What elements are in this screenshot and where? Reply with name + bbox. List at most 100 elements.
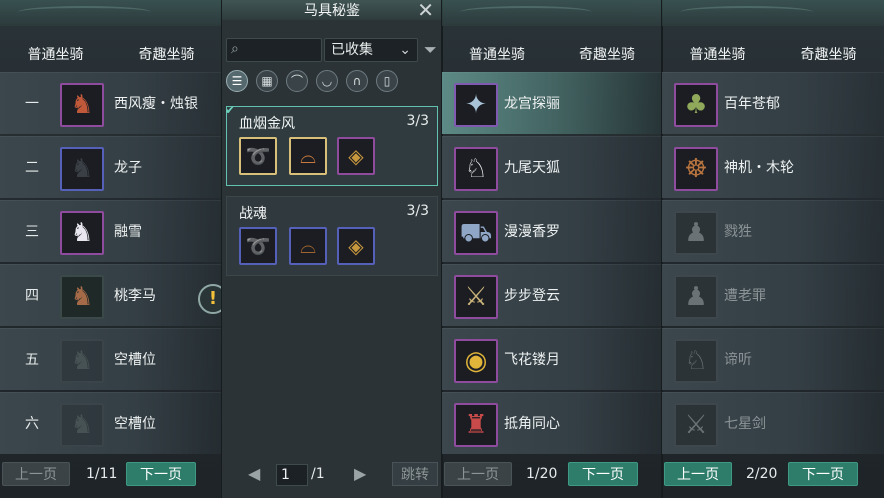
saddle-piece-icon[interactable]: ⌓	[289, 227, 327, 265]
chevron-down-icon: ⌄	[399, 42, 411, 58]
header-decoration	[442, 0, 662, 26]
right2-tabs: 普通坐骑 奇趣坐骑	[662, 44, 884, 66]
next-arrow-icon[interactable]: ▶	[354, 464, 366, 483]
prev-page-button[interactable]: 上一页	[664, 462, 732, 486]
mount-name: 抵角同心	[504, 416, 560, 432]
left-mount-panel: 普通坐骑 奇趣坐骑 ♞ 一 ♞ 西风瘦・烛银 二 ♞ 龙子 三 ♞ 融雪 四 ♞	[0, 0, 222, 498]
horse-portrait-icon: ♞	[60, 211, 104, 255]
tab-fun-mounts[interactable]: 奇趣坐骑	[111, 44, 222, 66]
horse-portrait-icon: ♞	[60, 83, 104, 127]
bridle-piece-icon[interactable]: ➰	[239, 227, 277, 265]
set-name: 血烟金风	[239, 116, 295, 132]
grid-view-icon[interactable]: ▦	[256, 70, 278, 92]
mount-name: 遭老罪	[724, 288, 766, 304]
list-item[interactable]: 三 ♞ 融雪	[0, 200, 222, 262]
funnel-icon[interactable]: ⏷	[424, 40, 437, 60]
equipment-set-card[interactable]: 战魂 3/3 ➰ ⌓ ◈	[226, 196, 438, 276]
horseshoe-category-icon[interactable]: ∩	[346, 70, 368, 92]
left-pager: 上一页 1/11 下一页	[0, 462, 222, 488]
slot-number: 四	[25, 288, 39, 304]
list-view-icon[interactable]: ☰	[226, 70, 248, 92]
horse-portrait-icon: ♞	[60, 275, 104, 319]
barding-piece-icon[interactable]: ◈	[337, 227, 375, 265]
prev-page-button[interactable]: 上一页	[444, 462, 512, 486]
close-icon[interactable]: ✕	[417, 0, 434, 22]
wooden-wheel-icon: ☸	[674, 147, 718, 191]
page-indicator: 1/20	[526, 466, 558, 482]
jump-button[interactable]: 跳转	[392, 462, 438, 486]
left-tabs: 普通坐骑 奇趣坐骑	[0, 44, 222, 66]
filter-selected-value: 已收集	[331, 42, 373, 58]
mount-name: 融雪	[114, 224, 142, 240]
mount-name: 漫漫香罗	[504, 224, 560, 240]
list-item[interactable]: ✦ 龙宫探骊	[442, 72, 662, 134]
collection-filter-select[interactable]: 已收集 ⌄	[324, 38, 418, 62]
mount-name: 飞花镂月	[504, 352, 560, 368]
dog-silhouette-icon: ♘	[674, 339, 718, 383]
next-page-button[interactable]: 下一页	[788, 462, 858, 486]
mount-name: 龙宫探骊	[504, 96, 560, 112]
tab-normal-mounts[interactable]: 普通坐骑	[662, 44, 773, 66]
list-item[interactable]: 四 ♞ 桃李马	[0, 264, 222, 326]
list-item[interactable]: ♟ 遭老罪	[662, 264, 884, 326]
list-item[interactable]: 二 ♞ 龙子	[0, 136, 222, 198]
next-page-button[interactable]: 下一页	[568, 462, 638, 486]
list-item[interactable]: ♟ 戮狌	[662, 200, 884, 262]
slot-number: 一	[25, 96, 39, 112]
middle-pager: ◀ 1 /1 ▶ 跳转	[222, 462, 442, 488]
list-item[interactable]: ⛟ 漫漫香罗	[442, 200, 662, 262]
equipment-set-card[interactable]: ✔ 血烟金风 3/3 ➰ ⌓ ◈	[225, 103, 438, 186]
list-item[interactable]: 六 ♞ 空槽位	[0, 392, 222, 454]
prev-arrow-icon[interactable]: ◀	[248, 464, 260, 483]
tag-category-icon[interactable]: ▯	[376, 70, 398, 92]
next-page-button[interactable]: 下一页	[126, 462, 196, 486]
list-item[interactable]: 一 ♞ 西风瘦・烛银	[0, 72, 222, 134]
sword-icon: ⚔	[454, 275, 498, 319]
tab-normal-mounts[interactable]: 普通坐骑	[442, 44, 552, 66]
prev-page-button[interactable]: 上一页	[2, 462, 70, 486]
fun-mount-panel-2: 普通坐骑 奇趣坐骑 ♣ 百年苍郁 ☸ 神机・木轮 ♟ 戮狌 ♟ 遭老罪 ♘ 谛听	[662, 0, 884, 498]
list-item[interactable]: ◉ 飞花镂月	[442, 328, 662, 390]
right1-mount-list: ✦ 龙宫探骊 ♘ 九尾天狐 ⛟ 漫漫香罗 ⚔ 步步登云 ◉ 飞花镂月 ♜ 抵角同…	[442, 72, 662, 456]
saddle-codex-panel: 马具秘鉴 ✕ ⌕ 已收集 ⌄ ⏷ ☰ ▦ ⌒ ◡ ∩ ▯ ✔ 血烟金风 3/3 …	[222, 0, 442, 498]
fox-icon: ♘	[454, 147, 498, 191]
list-item[interactable]: 五 ♞ 空槽位	[0, 328, 222, 390]
barding-piece-icon[interactable]: ◈	[337, 137, 375, 175]
list-item[interactable]: ☸ 神机・木轮	[662, 136, 884, 198]
list-item[interactable]: ♣ 百年苍郁	[662, 72, 884, 134]
right1-tabs: 普通坐骑 奇趣坐骑	[442, 44, 662, 66]
list-item[interactable]: ⚔ 步步登云	[442, 264, 662, 326]
mount-name: 神机・木轮	[724, 160, 794, 176]
bridle-piece-icon[interactable]: ➰	[239, 137, 277, 175]
figure-silhouette-icon: ♟	[674, 275, 718, 319]
slot-number: 三	[25, 224, 39, 240]
armor-category-icon[interactable]: ◡	[316, 70, 338, 92]
mount-name: 空槽位	[114, 352, 156, 368]
search-input[interactable]: ⌕	[226, 38, 322, 62]
list-item[interactable]: ♘ 谛听	[662, 328, 884, 390]
red-cart-icon: ♜	[454, 403, 498, 447]
tab-normal-mounts[interactable]: 普通坐骑	[0, 44, 111, 66]
right2-pager: 上一页 2/20 下一页	[662, 462, 884, 488]
set-count: 3/3	[406, 203, 429, 219]
mount-name: 七星剑	[724, 416, 766, 432]
header-decoration	[0, 0, 222, 26]
sword-silhouette-icon: ⚔	[674, 403, 718, 447]
slot-number: 六	[25, 416, 39, 432]
right1-pager: 上一页 1/20 下一页	[442, 462, 662, 488]
saddle-category-icon[interactable]: ⌒	[286, 70, 308, 92]
saddle-piece-icon[interactable]: ⌓	[289, 137, 327, 175]
list-item[interactable]: ♜ 抵角同心	[442, 392, 662, 454]
mount-name: 西风瘦・烛银	[114, 96, 198, 112]
mount-name: 九尾天狐	[504, 160, 560, 176]
empty-slot-icon: ♞	[60, 403, 104, 447]
page-indicator: 2/20	[746, 466, 778, 482]
set-name: 战魂	[239, 206, 267, 222]
list-item[interactable]: ♘ 九尾天狐	[442, 136, 662, 198]
tab-fun-mounts[interactable]: 奇趣坐骑	[552, 44, 662, 66]
tab-fun-mounts[interactable]: 奇趣坐骑	[773, 44, 884, 66]
mount-name: 百年苍郁	[724, 96, 780, 112]
panel-title: 马具秘鉴	[222, 0, 442, 20]
page-number-input[interactable]: 1	[276, 464, 308, 486]
list-item[interactable]: ⚔ 七星剑	[662, 392, 884, 454]
